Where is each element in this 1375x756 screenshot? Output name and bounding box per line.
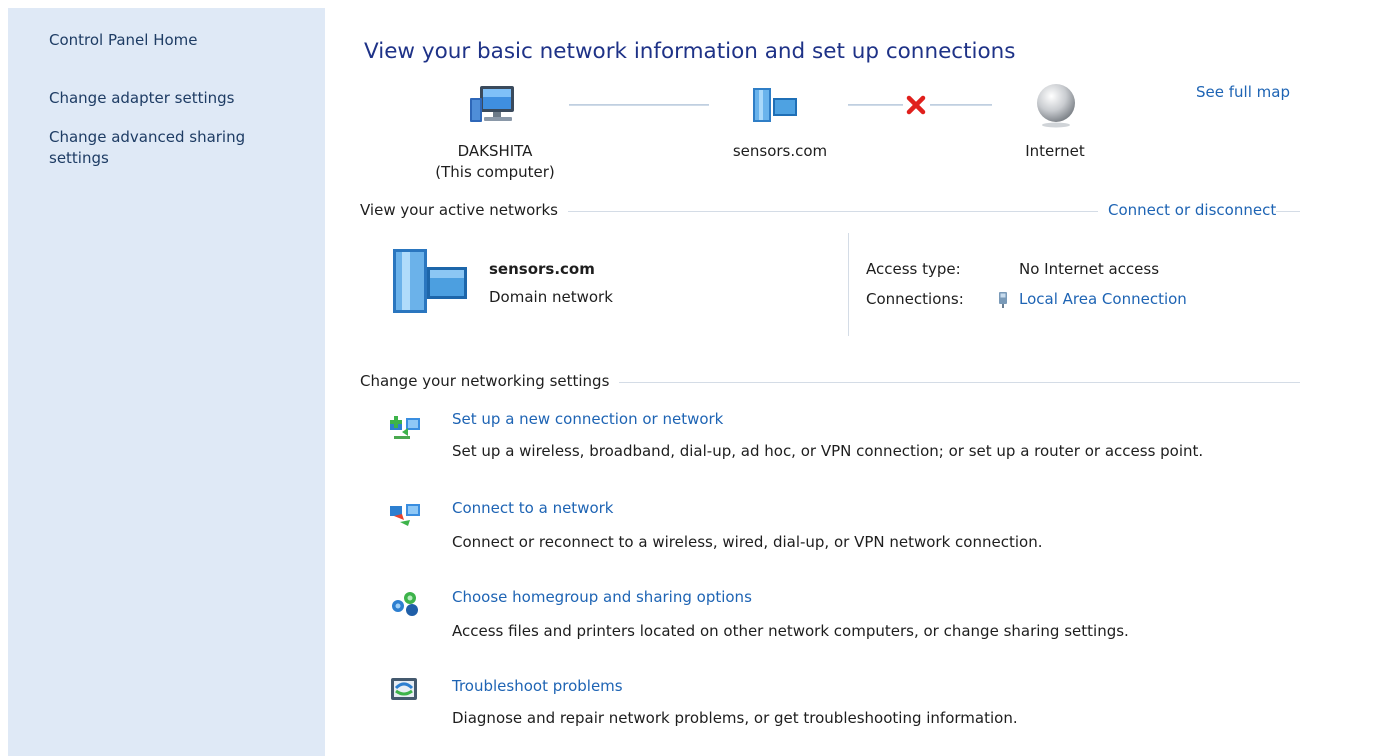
access-type-value: No Internet access xyxy=(1019,260,1160,278)
map-link-network-internet-a xyxy=(848,104,903,106)
map-link-network-internet-b xyxy=(930,104,992,106)
troubleshoot-problems-desc: Diagnose and repair network problems, or… xyxy=(452,709,1018,727)
active-networks-divider xyxy=(848,233,849,336)
change-adapter-settings-link[interactable]: Change adapter settings xyxy=(49,88,235,109)
homegroup-sharing-link[interactable]: Choose homegroup and sharing options xyxy=(452,588,752,606)
computer-icon xyxy=(470,84,520,130)
active-network-type[interactable]: Domain network xyxy=(489,288,613,306)
internet-globe-icon xyxy=(1033,82,1079,132)
map-node-internet: Internet xyxy=(975,141,1135,162)
change-advanced-sharing-line1: Change advanced sharing xyxy=(49,128,246,146)
connect-to-network-link[interactable]: Connect to a network xyxy=(452,499,614,517)
computer-subtitle: (This computer) xyxy=(435,163,555,181)
sidebar: Control Panel Home Change adapter settin… xyxy=(8,8,325,756)
local-area-connection-link[interactable]: Local Area Connection xyxy=(1019,290,1187,308)
connections-label: Connections: xyxy=(866,290,964,308)
map-node-computer: DAKSHITA (This computer) xyxy=(415,141,575,183)
change-networking-heading: Change your networking settings xyxy=(360,372,620,390)
access-type-label: Access type: xyxy=(866,260,961,278)
setup-new-connection-desc: Set up a wireless, broadband, dial-up, a… xyxy=(452,442,1204,460)
homegroup-icon xyxy=(388,588,422,616)
connect-or-disconnect-link[interactable]: Connect or disconnect xyxy=(1098,201,1277,219)
map-link-computer-network xyxy=(569,104,709,106)
change-advanced-sharing-settings-link[interactable]: Change advanced sharing settings xyxy=(49,127,245,169)
new-connection-icon xyxy=(388,412,422,440)
see-full-map-link[interactable]: See full map xyxy=(1196,83,1290,101)
homegroup-sharing-desc: Access files and printers located on oth… xyxy=(452,622,1129,640)
domain-network-icon xyxy=(751,84,803,130)
disconnected-x-icon xyxy=(905,94,927,120)
setup-new-connection-link[interactable]: Set up a new connection or network xyxy=(452,410,723,428)
active-networks-heading: View your active networks xyxy=(360,201,568,219)
connect-network-icon xyxy=(388,500,422,528)
map-node-network: sensors.com xyxy=(700,141,860,162)
map-network-name: sensors.com xyxy=(732,142,828,160)
change-advanced-sharing-line2: settings xyxy=(49,149,109,167)
active-network-name: sensors.com xyxy=(489,260,595,278)
page-title: View your basic network information and … xyxy=(364,39,1016,64)
troubleshoot-problems-link[interactable]: Troubleshoot problems xyxy=(452,677,623,695)
domain-network-large-icon xyxy=(391,245,471,321)
troubleshoot-icon xyxy=(388,676,422,704)
connect-to-network-desc: Connect or reconnect to a wireless, wire… xyxy=(452,533,1043,551)
network-adapter-icon xyxy=(997,291,1009,313)
network-sharing-center: Control Panel Home Change adapter settin… xyxy=(0,0,1375,756)
computer-name: DAKSHITA xyxy=(457,142,533,160)
map-internet-label: Internet xyxy=(1025,142,1085,160)
control-panel-home-link[interactable]: Control Panel Home xyxy=(49,30,198,51)
